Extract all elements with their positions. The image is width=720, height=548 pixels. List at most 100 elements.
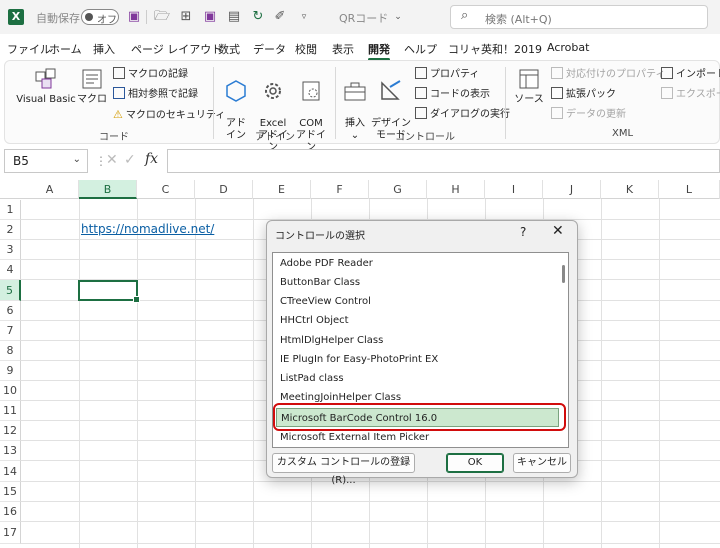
list-item[interactable]: ListPad class	[280, 369, 344, 388]
list-item[interactable]: HHCtrl Object	[280, 311, 349, 330]
cell-b2-hyperlink[interactable]: https://nomadlive.net/	[81, 222, 214, 236]
run-dialog-button[interactable]: ダイアログの実行	[415, 107, 510, 123]
column-header-e[interactable]: E	[253, 180, 311, 199]
design-mode-icon	[381, 80, 401, 100]
search-box[interactable]: ⌕ 検索 (Alt+Q)	[450, 5, 708, 29]
formula-input[interactable]	[167, 149, 720, 173]
chevron-down-icon[interactable]: ⌄	[73, 154, 81, 165]
com-addin-button[interactable]: COM アドイン	[293, 67, 329, 154]
column-header-l[interactable]: L	[659, 180, 720, 199]
tab-page-layout[interactable]: ページ レイアウト	[131, 41, 222, 57]
open-folder-icon[interactable]: 🗁	[154, 9, 170, 25]
list-item[interactable]: Adobe PDF Reader	[280, 254, 373, 273]
column-header-k[interactable]: K	[601, 180, 659, 199]
cancel-entry-icon[interactable]: ✕	[106, 152, 118, 168]
map-properties-label: 対応付けのプロパティ	[566, 69, 666, 80]
macro-security-button[interactable]: ⚠ マクロのセキュリティ	[113, 107, 225, 123]
record-macro-label: マクロの記録	[128, 69, 188, 80]
column-header-h[interactable]: H	[427, 180, 485, 199]
row-header-6[interactable]: 6	[0, 301, 21, 321]
cancel-button[interactable]: キャンセル	[513, 453, 571, 473]
properties-button[interactable]: プロパティ	[415, 67, 479, 83]
xml-source-icon	[519, 69, 539, 89]
qa-divider	[146, 10, 147, 24]
ok-button[interactable]: OK	[446, 453, 504, 473]
row-header-16[interactable]: 16	[0, 502, 21, 522]
selected-cell-b5[interactable]	[78, 280, 140, 303]
record-macro-button[interactable]: マクロの記録	[113, 67, 188, 83]
map-properties-button[interactable]: 対応付けのプロパティ	[551, 67, 665, 83]
column-header-j[interactable]: J	[543, 180, 601, 199]
list-item[interactable]: IE PlugIn for Easy-PhotoPrint EX	[280, 350, 438, 369]
tab-home[interactable]: ホーム	[49, 41, 82, 57]
row-header-1[interactable]: 1	[0, 200, 21, 220]
name-box[interactable]: B5 ⌄	[4, 149, 88, 173]
tab-insert[interactable]: 挿入	[93, 41, 115, 57]
save-as-icon[interactable]: ▣	[202, 9, 218, 25]
row-header-9[interactable]: 9	[0, 361, 21, 381]
tab-file[interactable]: ファイル	[7, 41, 51, 57]
tab-review[interactable]: 校閲	[295, 41, 317, 57]
list-scrollbar[interactable]	[562, 265, 565, 283]
print-preview-icon[interactable]: ▤	[226, 9, 242, 25]
row-header-13[interactable]: 13	[0, 441, 21, 461]
list-item[interactable]: ButtonBar Class	[280, 273, 360, 292]
confirm-entry-icon[interactable]: ✓	[124, 152, 136, 168]
highlight-annotation	[273, 403, 566, 431]
filename-chevron-icon[interactable]: ⌄	[390, 9, 406, 25]
format-icon[interactable]: ✐	[272, 9, 288, 25]
row-header-11[interactable]: 11	[0, 401, 21, 421]
list-item[interactable]: CTreeView Control	[280, 292, 371, 311]
view-code-icon	[415, 87, 427, 99]
row-header-4[interactable]: 4	[0, 260, 21, 280]
column-header-b[interactable]: B	[79, 180, 137, 199]
tab-formulas[interactable]: 数式	[218, 41, 240, 57]
refresh-icon[interactable]: ↻	[250, 9, 266, 25]
relative-reference-button[interactable]: 相対参照で記録	[113, 87, 198, 103]
row-header-17[interactable]: 17	[0, 522, 21, 544]
row-header-7[interactable]: 7	[0, 321, 21, 341]
refresh-data-button[interactable]: データの更新	[551, 107, 626, 123]
column-header-a[interactable]: A	[21, 180, 79, 199]
row-header-8[interactable]: 8	[0, 341, 21, 361]
column-header-f[interactable]: F	[311, 180, 369, 199]
help-icon[interactable]: ?	[520, 225, 526, 239]
excel-logo-icon: X	[8, 9, 24, 25]
select-control-dialog: コントロールの選択 ? ✕ Adobe PDF Reader ButtonBar…	[266, 220, 578, 486]
column-header-d[interactable]: D	[195, 180, 253, 199]
view-code-button[interactable]: コードの表示	[415, 87, 490, 103]
expansion-packs-button[interactable]: 拡張パック	[551, 87, 616, 103]
addin-button[interactable]: アド イン	[221, 67, 251, 142]
close-icon[interactable]: ✕	[552, 223, 564, 239]
insert-function-button[interactable]: fx	[145, 151, 158, 167]
dialog-title: コントロールの選択	[275, 231, 365, 242]
row-header-5[interactable]: 5	[0, 280, 21, 301]
tab-developer[interactable]: 開発	[368, 41, 390, 61]
tab-view[interactable]: 表示	[332, 41, 354, 57]
save-icon[interactable]: ▣	[126, 9, 142, 25]
customize-qat-icon[interactable]: ▿	[296, 9, 312, 25]
tab-koryaeiwa[interactable]: コリャ英和！2019	[448, 41, 542, 57]
row-header-14[interactable]: 14	[0, 461, 21, 482]
tab-help[interactable]: ヘルプ	[404, 41, 437, 57]
column-header-g[interactable]: G	[369, 180, 427, 199]
table-icon[interactable]: ⊞	[178, 9, 194, 25]
register-custom-control-button[interactable]: カスタム コントロールの登録(R)...	[272, 453, 415, 486]
column-header-c[interactable]: C	[137, 180, 195, 199]
tab-data[interactable]: データ	[253, 41, 286, 57]
xml-export-button[interactable]: エクスポート	[661, 87, 720, 103]
row-header-2[interactable]: 2	[0, 220, 21, 240]
row-header-15[interactable]: 15	[0, 482, 21, 502]
column-header-i[interactable]: I	[485, 180, 543, 199]
autosave-toggle[interactable]: オフ	[81, 9, 119, 26]
xml-source-button[interactable]: ソース	[513, 67, 545, 106]
insert-control-button[interactable]: 挿入 ⌄	[339, 67, 371, 154]
tab-acrobat[interactable]: Acrobat	[547, 41, 589, 54]
row-header-10[interactable]: 10	[0, 381, 21, 401]
visual-basic-button[interactable]: Visual Basic	[13, 67, 79, 106]
row-header-12[interactable]: 12	[0, 421, 21, 441]
list-item[interactable]: HtmlDlgHelper Class	[280, 331, 383, 350]
xml-import-button[interactable]: インポート	[661, 67, 720, 83]
row-header-3[interactable]: 3	[0, 240, 21, 260]
macro-button[interactable]: マクロ	[77, 67, 107, 106]
